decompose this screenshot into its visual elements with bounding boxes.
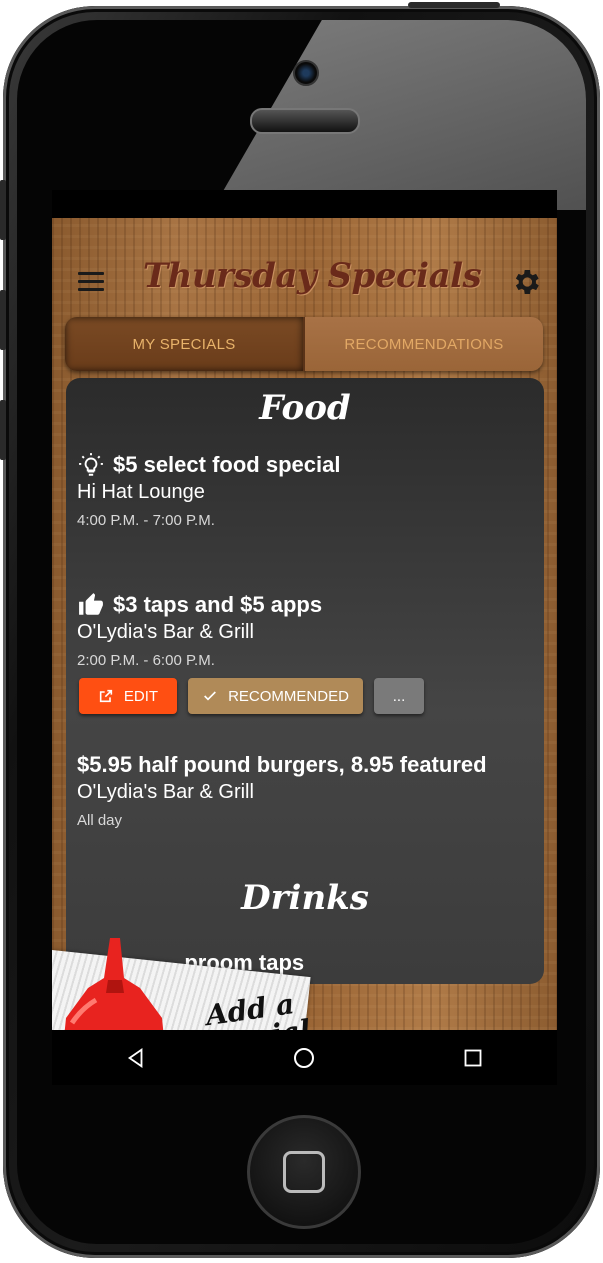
section-title-drinks: Drinks <box>241 878 369 918</box>
tab-recommendations[interactable]: RECOMMENDATIONS <box>305 317 543 371</box>
volume-up-button <box>0 290 6 350</box>
list-item[interactable]: $3 taps and $5 apps O'Lydia's Bar & Gril… <box>77 590 537 669</box>
recents-square-icon[interactable] <box>453 1038 493 1078</box>
earpiece-speaker <box>250 108 360 134</box>
wood-background: Thursday Specials MY SPECIALS RECOMMENDA… <box>52 218 557 1085</box>
special-time: 2:00 P.M. - 6:00 P.M. <box>77 652 215 669</box>
mute-switch <box>0 180 6 240</box>
special-title: $5 select food special <box>113 452 341 477</box>
android-nav-bar <box>52 1030 557 1085</box>
page-title: Thursday Specials <box>142 256 482 296</box>
status-bar <box>52 190 557 218</box>
tab-my-specials[interactable]: MY SPECIALS <box>65 317 305 371</box>
special-title: $5.95 half pound burgers, 8.95 featured <box>77 752 487 777</box>
recommended-label: RECOMMENDED <box>228 687 349 705</box>
power-button <box>408 2 500 8</box>
recommended-button[interactable]: RECOMMENDED <box>188 678 363 714</box>
section-title-food: Food <box>259 388 351 428</box>
special-time: 4:00 P.M. - 7:00 P.M. <box>77 512 215 529</box>
thumbs-up-icon <box>77 591 105 619</box>
volume-down-button <box>0 400 6 460</box>
list-item[interactable]: $5 select food special Hi Hat Lounge 4:0… <box>77 450 537 529</box>
list-item[interactable]: $5.95 half pound burgers, 8.95 featured … <box>77 750 537 829</box>
lightbulb-icon <box>77 451 105 479</box>
special-venue: O'Lydia's Bar & Grill <box>77 621 254 643</box>
check-icon <box>204 691 216 701</box>
more-button[interactable]: ... <box>374 678 424 714</box>
special-venue: Hi Hat Lounge <box>77 481 205 503</box>
app-screen: Thursday Specials MY SPECIALS RECOMMENDA… <box>52 190 557 1085</box>
home-button[interactable] <box>247 1115 361 1229</box>
edit-label: EDIT <box>123 687 159 705</box>
home-circle-icon[interactable] <box>284 1038 324 1078</box>
home-square-icon <box>283 1151 325 1193</box>
special-title: $3 taps and $5 apps <box>113 592 323 617</box>
special-actions: EDIT RECOMMENDED ... <box>79 678 424 714</box>
specials-card: Food $5 select food special Hi Hat Loung… <box>66 378 544 984</box>
special-venue: O'Lydia's Bar & Grill <box>77 781 254 803</box>
external-edit-icon <box>99 689 113 703</box>
special-time: All day <box>77 812 123 829</box>
gear-icon[interactable] <box>510 266 542 298</box>
edit-button[interactable]: EDIT <box>79 678 177 714</box>
front-camera <box>293 60 319 86</box>
tab-bar: MY SPECIALS RECOMMENDATIONS <box>65 317 543 371</box>
menu-icon[interactable] <box>78 272 104 292</box>
back-icon[interactable] <box>116 1038 156 1078</box>
